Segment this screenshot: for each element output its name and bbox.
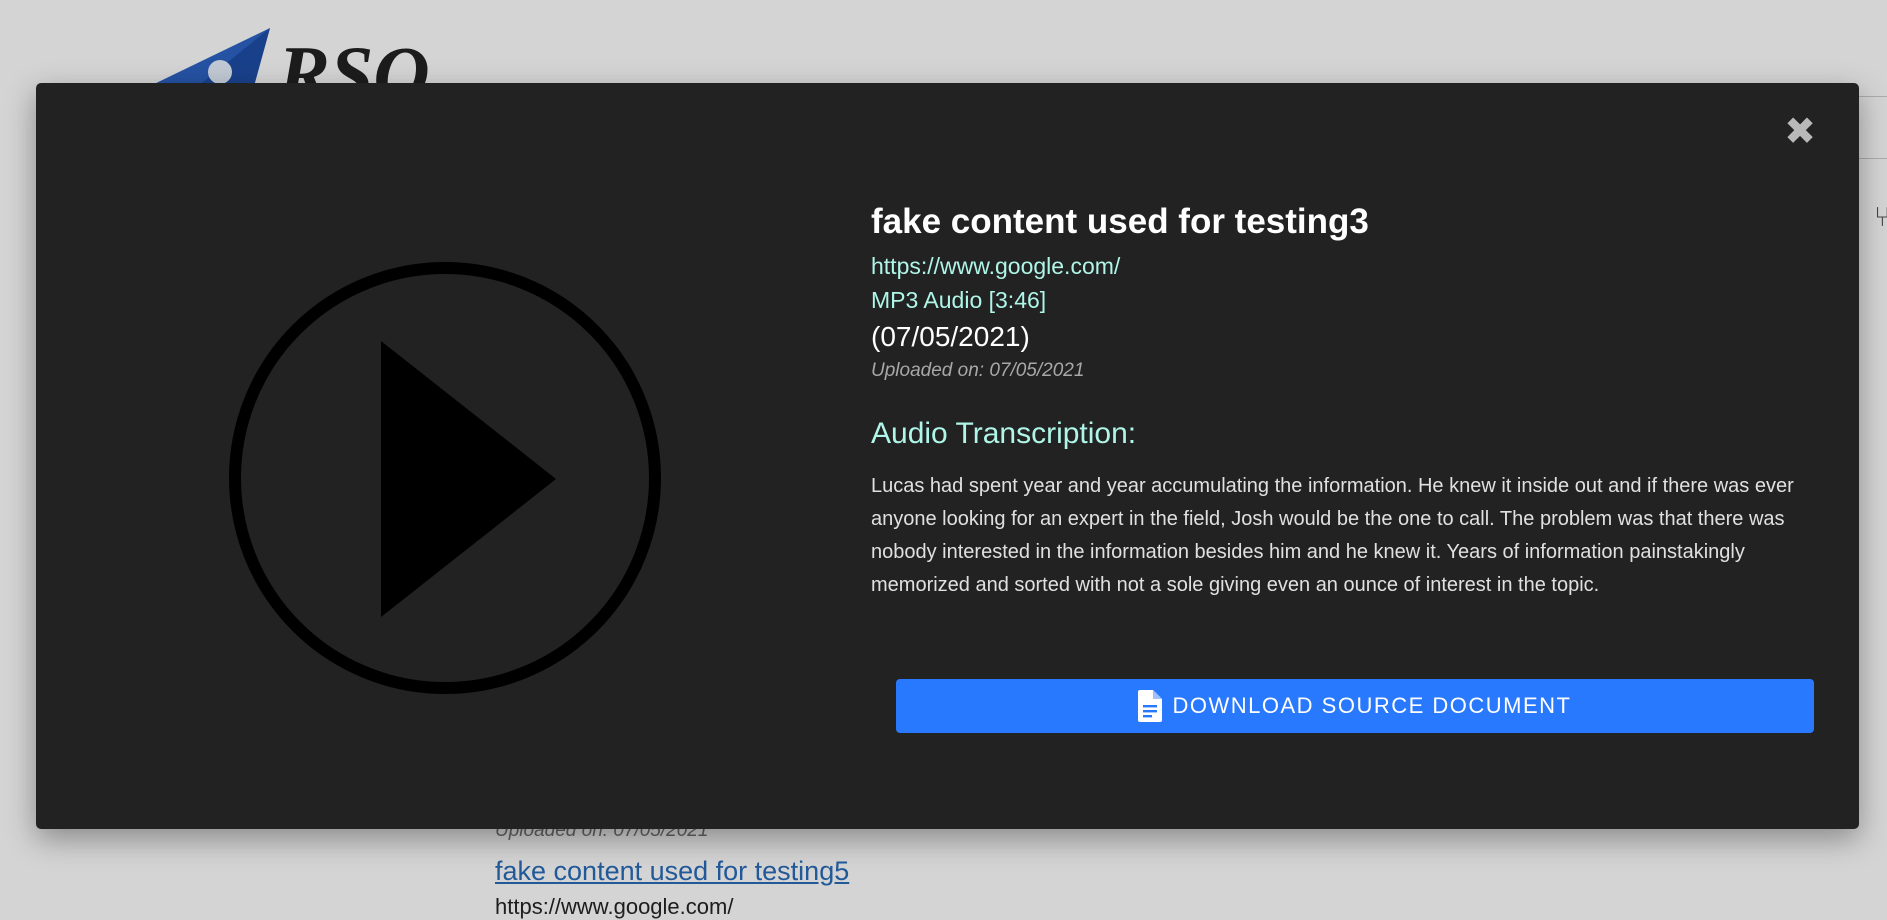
media-format: MP3 Audio [3:46] bbox=[871, 287, 1047, 314]
play-circle-icon[interactable] bbox=[226, 259, 664, 697]
media-info-panel: fake content used for testing3 https://w… bbox=[871, 201, 1836, 602]
document-icon bbox=[1138, 690, 1163, 722]
upload-date: Uploaded on: 07/05/2021 bbox=[871, 359, 1085, 381]
media-source-link[interactable]: https://www.google.com/ bbox=[871, 251, 1836, 282]
close-icon[interactable]: ✖ bbox=[1782, 112, 1818, 150]
media-date: (07/05/2021) bbox=[871, 321, 1030, 353]
download-button-label: DOWNLOAD SOURCE DOCUMENT bbox=[1172, 693, 1572, 718]
transcription-heading: Audio Transcription: bbox=[871, 416, 1137, 450]
transcription-text: Lucas had spent year and year accumulati… bbox=[871, 474, 1794, 596]
media-title: fake content used for testing3 bbox=[871, 202, 1369, 241]
download-source-document-button[interactable]: DOWNLOAD SOURCE DOCUMENT bbox=[896, 679, 1814, 733]
media-detail-modal: ✖ fake content used for testing3 https:/… bbox=[36, 83, 1859, 829]
